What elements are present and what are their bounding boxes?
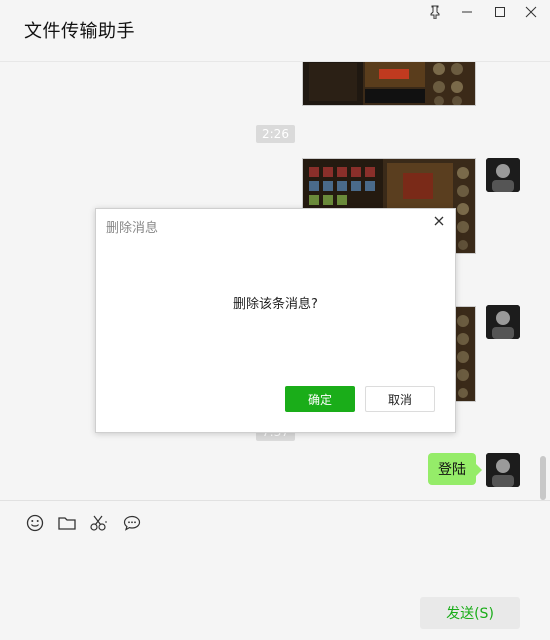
- maximize-icon[interactable]: [489, 3, 511, 21]
- dialog-message: 删除该条消息?: [233, 297, 318, 312]
- scissors-icon[interactable]: [88, 512, 110, 534]
- delete-message-dialog: 删除消息 删除该条消息? 确定 取消: [95, 208, 456, 433]
- text-message-bubble[interactable]: 登陆: [428, 453, 482, 485]
- timestamp: 2:26: [256, 125, 295, 143]
- emoji-icon[interactable]: [24, 512, 46, 534]
- confirm-button[interactable]: 确定: [285, 386, 355, 412]
- folder-icon[interactable]: [56, 512, 78, 534]
- composer[interactable]: 发送(S): [0, 500, 550, 640]
- image-message[interactable]: [302, 62, 476, 106]
- avatar[interactable]: [486, 158, 520, 192]
- dialog-title: 删除消息: [106, 221, 159, 236]
- pin-icon[interactable]: [424, 3, 446, 21]
- chat-bubble-icon[interactable]: [121, 512, 143, 534]
- close-icon[interactable]: [520, 3, 542, 21]
- chat-title: 文件传输助手: [24, 21, 135, 42]
- chat-scrollbar[interactable]: [540, 456, 546, 500]
- avatar[interactable]: [486, 305, 520, 339]
- chat-header: 文件传输助手: [0, 0, 550, 62]
- cancel-button[interactable]: 取消: [365, 386, 435, 412]
- minimize-icon[interactable]: [456, 3, 478, 21]
- dialog-close-icon[interactable]: [431, 213, 447, 229]
- send-button[interactable]: 发送(S): [420, 597, 520, 629]
- avatar[interactable]: [486, 453, 520, 487]
